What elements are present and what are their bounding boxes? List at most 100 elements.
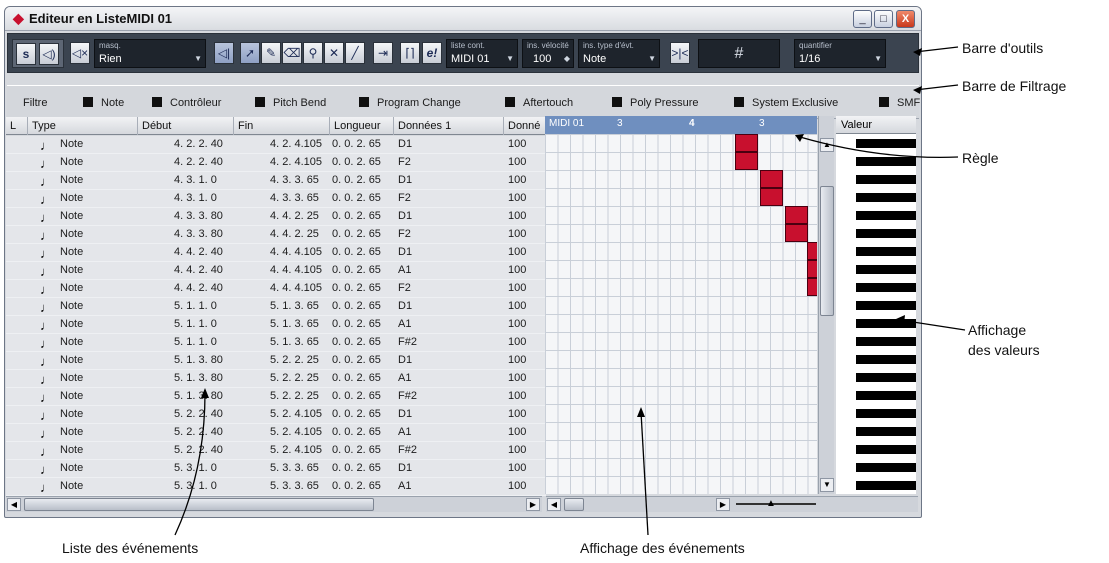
value-bar[interactable] [856,265,916,274]
scroll-right-icon[interactable]: ▶ [526,498,540,511]
eraser-tool-icon[interactable]: ⌫ [282,42,302,64]
note-event[interactable] [735,152,758,170]
value-bar[interactable] [856,319,916,328]
mute-tool-icon[interactable]: ✕ [324,42,344,64]
filter-pitchbend-checkbox[interactable]: Pitch Bend [255,97,326,109]
note-event[interactable] [807,260,817,278]
mute-events-button[interactable]: ◁× [70,42,90,64]
vertical-scrollbar[interactable]: ▲ ▼ [818,116,834,494]
value-bar[interactable] [856,139,916,148]
bracket-icon[interactable]: ⌈⌉ [400,42,420,64]
note-event[interactable] [785,224,808,242]
value-bar[interactable] [856,481,916,490]
autoscroll-button[interactable]: ◁| [214,42,234,64]
value-bar[interactable] [856,229,916,238]
filter-note-checkbox[interactable]: Note [83,97,124,109]
value-bar[interactable] [856,283,916,292]
col-l[interactable]: L [6,117,28,135]
filter-poly-pressure-checkbox[interactable]: Poly Pressure [612,97,698,109]
scroll-down-icon[interactable]: ▼ [820,478,834,492]
pointer-tool-icon[interactable]: ➚ [240,42,260,64]
list-horizontal-scrollbar[interactable]: ◀ ▶ [6,496,542,512]
ruler[interactable]: MIDI 01 3 4 3 [545,116,817,134]
value-bar[interactable] [856,157,916,166]
filter-program-change-checkbox[interactable]: Program Change [359,97,461,109]
speaker-icon[interactable]: ◁) [39,43,59,65]
table-row[interactable]: ♩ Note 5. 1. 3. 80 5. 2. 2. 25 0. 0. 2. 65 A1… [6,370,546,388]
snap-icon[interactable]: >|< [670,42,690,64]
scroll-thumb[interactable] [564,498,584,511]
zoom-slider-thumb-icon[interactable]: ▲ [766,498,776,509]
filter-sysex-checkbox[interactable]: System Exclusive [734,97,838,109]
zoom-slider[interactable] [736,503,816,505]
event-grid[interactable] [545,134,817,494]
pencil-tool-icon[interactable]: ✎ [261,42,281,64]
col-type[interactable]: Type [28,117,138,135]
col-start[interactable]: Début [138,117,234,135]
grid-display[interactable]: # [698,39,780,68]
value-bar[interactable] [856,427,916,436]
close-button[interactable]: X [896,10,915,28]
table-row[interactable]: ♩ Note 4. 2. 2. 40 4. 2. 4.105 0. 0. 2. 65 F2… [6,154,546,172]
table-row[interactable]: ♩ Note 5. 1. 1. 0 5. 1. 3. 65 0. 0. 2. 65 F#2… [6,334,546,352]
scroll-left-icon[interactable]: ◀ [547,498,561,511]
quantize-selector[interactable]: quantifier 1/16 ▼ [794,39,886,68]
table-row[interactable]: ♩ Note 5. 1. 3. 80 5. 2. 2. 25 0. 0. 2. 65 F#… [6,388,546,406]
table-row[interactable]: ♩ Note 4. 3. 3. 80 4. 4. 2. 25 0. 0. 2. 65 D1… [6,208,546,226]
scroll-thumb[interactable] [24,498,374,511]
table-row[interactable]: ♩ Note 4. 2. 2. 40 4. 2. 4.105 0. 0. 2. 65 D1… [6,136,546,154]
table-row[interactable]: ♩ Note 4. 3. 1. 0 4. 3. 3. 65 0. 0. 2. 65 F2 1… [6,190,546,208]
note-event[interactable] [760,170,783,188]
value-bar[interactable] [856,211,916,220]
value-bar[interactable] [856,391,916,400]
filter-smf-checkbox[interactable]: SMF [879,97,920,109]
table-row[interactable]: ♩ Note 5. 1. 3. 80 5. 2. 2. 25 0. 0. 2. 65 D1… [6,352,546,370]
table-row[interactable]: ♩ Note 5. 1. 1. 0 5. 1. 3. 65 0. 0. 2. 65 A1 1… [6,316,546,334]
col-length[interactable]: Longueur [330,117,394,135]
edit-in-place-button[interactable]: e! [422,42,442,64]
solo-button[interactable]: s [16,43,36,65]
table-row[interactable]: ♩ Note 4. 3. 3. 80 4. 4. 2. 25 0. 0. 2. 65 F2… [6,226,546,244]
velocity-input[interactable]: ins. vélocité 100 ◆ [522,39,574,68]
line-tool-icon[interactable]: ╱ [345,42,365,64]
table-row[interactable]: ♩ Note 5. 1. 1. 0 5. 1. 3. 65 0. 0. 2. 65 D1 1… [6,298,546,316]
split-icon[interactable]: ⇥ [373,42,393,64]
note-event[interactable] [807,278,817,296]
value-bar[interactable] [856,463,916,472]
value-bar[interactable] [856,175,916,184]
note-event[interactable] [807,242,817,260]
value-bar[interactable] [856,247,916,256]
value-bar[interactable] [856,193,916,202]
table-row[interactable]: ♩ Note 5. 3. 1. 0 5. 3. 3. 65 0. 0. 2. 65 D1 1… [6,460,546,478]
table-row[interactable]: ♩ Note 4. 4. 2. 40 4. 4. 4.105 0. 0. 2. 65 A1… [6,262,546,280]
event-horizontal-scrollbar[interactable]: ◀ ▶ ▲ [546,496,918,512]
note-event[interactable] [735,134,758,152]
table-row[interactable]: ♩ Note 5. 2. 2. 40 5. 2. 4.105 0. 0. 2. 65 F#… [6,442,546,460]
table-row[interactable]: ♩ Note 5. 3. 1. 0 5. 3. 3. 65 0. 0. 2. 65 A1 1… [6,478,546,496]
table-row[interactable]: ♩ Note 4. 3. 1. 0 4. 3. 3. 65 0. 0. 2. 65 D1 1… [6,172,546,190]
filter-controller-checkbox[interactable]: Contrôleur [152,97,221,109]
scroll-up-icon[interactable]: ▲ [820,138,834,152]
event-type-selector[interactable]: ins. type d'évt. Note ▼ [578,39,660,68]
scroll-left-icon[interactable]: ◀ [7,498,21,511]
col-data2[interactable]: Donné [504,117,546,135]
value-bar[interactable] [856,373,916,382]
table-row[interactable]: ♩ Note 4. 4. 2. 40 4. 4. 4.105 0. 0. 2. 65 D1… [6,244,546,262]
mask-selector[interactable]: masq. Rien ▼ [94,39,206,68]
table-row[interactable]: ♩ Note 5. 2. 2. 40 5. 2. 4.105 0. 0. 2. 65 D1… [6,406,546,424]
table-row[interactable]: ♩ Note 4. 4. 2. 40 4. 4. 4.105 0. 0. 2. 65 F2… [6,280,546,298]
note-event[interactable] [760,188,783,206]
maximize-button[interactable]: □ [874,10,893,28]
value-bar[interactable] [856,301,916,310]
value-bar[interactable] [856,445,916,454]
table-row[interactable]: ♩ Note 5. 2. 2. 40 5. 2. 4.105 0. 0. 2. 65 A1… [6,424,546,442]
value-bar[interactable] [856,409,916,418]
minimize-button[interactable]: _ [853,10,872,28]
col-end[interactable]: Fin [234,117,330,135]
list-controller-selector[interactable]: liste cont. MIDI 01 ▼ [446,39,518,68]
col-data1[interactable]: Données 1 [394,117,504,135]
scroll-right-icon[interactable]: ▶ [716,498,730,511]
filter-aftertouch-checkbox[interactable]: Aftertouch [505,97,573,109]
note-event[interactable] [785,206,808,224]
value-bar[interactable] [856,337,916,346]
